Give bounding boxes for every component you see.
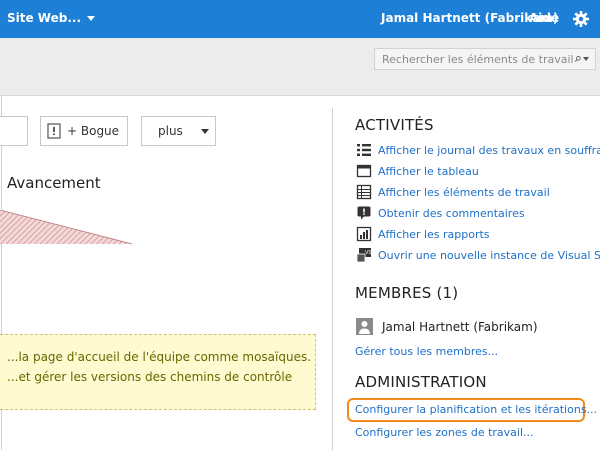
svg-text:VS: VS [365,250,372,256]
activity-work-items-link[interactable]: Afficher les éléments de travail [356,184,550,200]
tips-panel: ...la page d'accueil de l'équipe comme m… [0,334,316,410]
feedback-icon [357,206,371,220]
gear-icon[interactable] [572,10,590,28]
progress-title: Avancement [7,174,101,192]
add-bug-label: + Bogue [67,124,120,138]
work-items-icon [356,184,372,200]
administration-heading: ADMINISTRATION [355,373,487,391]
member-name: Jamal Hartnett (Fabrikam) [382,319,538,334]
configure-iterations-link[interactable]: Configurer la planification et les itéra… [355,403,597,416]
search-icon[interactable] [574,51,581,67]
help-link[interactable]: Aide [529,11,559,25]
chevron-down-icon[interactable] [583,57,589,61]
search-input[interactable]: Rechercher les éléments de travail [375,53,574,66]
activity-backlog-link[interactable]: Afficher le journal des travaux en souff… [356,142,600,158]
visual-studio-icon: VS [356,248,372,263]
top-navigation-bar: Site Web... Jamal Hartnett (Fabrikam) Ai… [0,0,600,38]
panel-divider [332,108,333,450]
secondary-bar: Rechercher les éléments de travail [0,38,600,96]
chevron-down-icon [200,128,209,134]
reports-icon [356,226,372,242]
avatar [356,318,373,335]
site-menu[interactable]: Site Web... [7,11,96,25]
configure-areas-link[interactable]: Configurer les zones de travail... [355,426,534,439]
add-bug-button[interactable]: + Bogue [40,116,128,146]
activity-board-link[interactable]: Afficher le tableau [356,163,479,179]
tip-line: ...et gérer les versions des chemins de … [7,370,293,384]
backlog-icon [357,144,371,156]
activity-visual-studio-link[interactable]: VS Ouvrir une nouvelle instance de Visua… [356,247,600,263]
search-box[interactable]: Rechercher les éléments de travail [374,48,596,70]
activity-label: Ouvrir une nouvelle instance de Visual S… [378,248,600,262]
activity-feedback-link[interactable]: Obtenir des commentaires [356,205,525,221]
more-dropdown[interactable]: plus [141,116,216,146]
activity-label: Afficher les rapports [378,227,490,241]
chevron-down-icon [87,15,96,21]
activities-heading: ACTIVITÉS [355,116,434,134]
bug-icon [47,123,61,139]
manage-members-link[interactable]: Gérer tous les membres... [355,345,498,358]
more-label: plus [158,124,183,138]
burndown-chart-fragment [0,210,133,245]
activity-label: Afficher le journal des travaux en souff… [378,143,600,157]
new-item-button[interactable] [0,116,28,146]
activity-label: Afficher le tableau [378,164,479,178]
members-heading: MEMBRES (1) [355,284,459,302]
member-row[interactable]: Jamal Hartnett (Fabrikam) [356,318,538,335]
activity-reports-link[interactable]: Afficher les rapports [356,226,490,242]
activity-label: Obtenir des commentaires [378,206,525,220]
activity-label: Afficher les éléments de travail [378,185,550,199]
board-icon [356,164,372,178]
tip-line: ...la page d'accueil de l'équipe comme m… [7,350,312,364]
site-label: Site Web... [7,11,82,25]
